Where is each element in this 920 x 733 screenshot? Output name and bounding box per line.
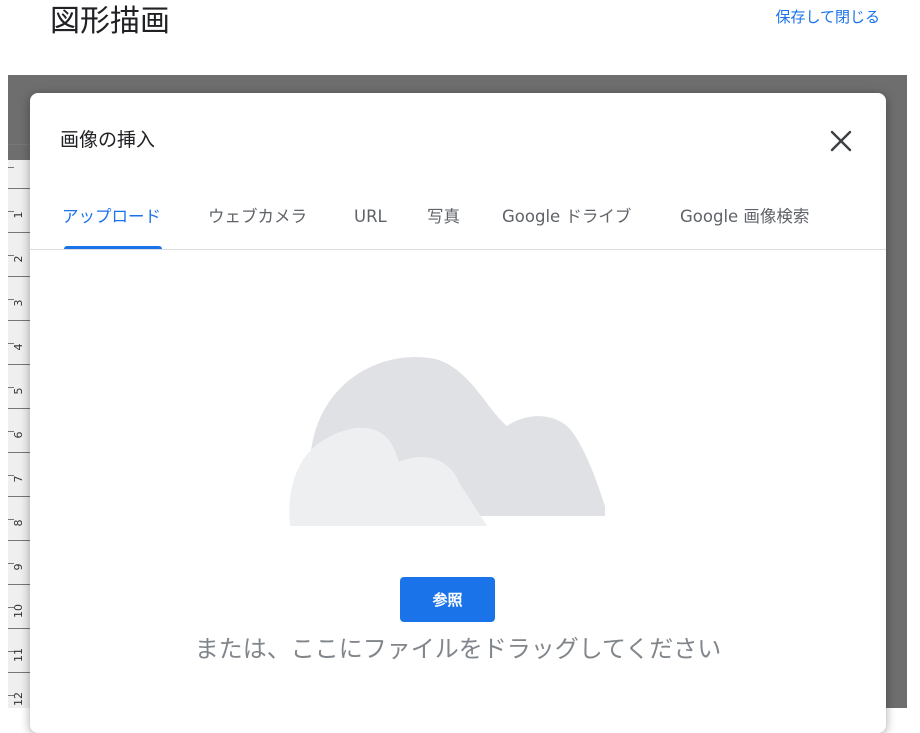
save-and-close-link[interactable]: 保存して閉じる xyxy=(775,6,880,28)
ruler-number: 7 xyxy=(12,475,25,483)
tab-photos[interactable]: 写真 xyxy=(427,195,460,249)
ruler-number: 4 xyxy=(12,343,25,351)
tab-google-drive[interactable]: Google ドライブ xyxy=(502,195,631,249)
browse-button[interactable]: 参照 xyxy=(400,577,495,622)
close-button[interactable] xyxy=(827,127,855,155)
close-icon[interactable] xyxy=(827,127,855,155)
ruler-number: 10 xyxy=(12,604,25,618)
tab-google-image-search[interactable]: Google 画像検索 xyxy=(680,195,809,249)
ruler-number: 8 xyxy=(12,519,25,527)
ruler-number: 5 xyxy=(12,387,25,395)
tab-url[interactable]: URL xyxy=(354,195,387,249)
ruler-number: 9 xyxy=(12,563,25,571)
ruler-number: 6 xyxy=(12,431,25,439)
page-title: 図形描画 xyxy=(50,4,170,39)
tab-webcam[interactable]: ウェブカメラ xyxy=(208,195,307,249)
ruler-number: 3 xyxy=(12,299,25,307)
ruler-number: 12 xyxy=(12,692,25,706)
tab-bar: アップロード ウェブカメラ URL 写真 Google ドライブ Google … xyxy=(30,195,886,250)
drag-hint-text: または、ここにファイルをドラッグしてください xyxy=(194,635,722,663)
cloud-illustration-icon xyxy=(289,356,605,526)
vertical-ruler: 1 2 3 4 5 6 7 8 9 10 11 12 xyxy=(8,144,30,708)
tab-upload[interactable]: アップロード xyxy=(62,195,162,249)
ruler-number: 11 xyxy=(12,648,25,662)
dialog-title: 画像の挿入 xyxy=(60,129,156,151)
ruler-number: 2 xyxy=(12,255,25,263)
ruler-number: 1 xyxy=(12,211,25,219)
insert-image-dialog: 画像の挿入 アップロード ウェブカメラ URL 写真 Google ドライブ G… xyxy=(30,93,886,733)
